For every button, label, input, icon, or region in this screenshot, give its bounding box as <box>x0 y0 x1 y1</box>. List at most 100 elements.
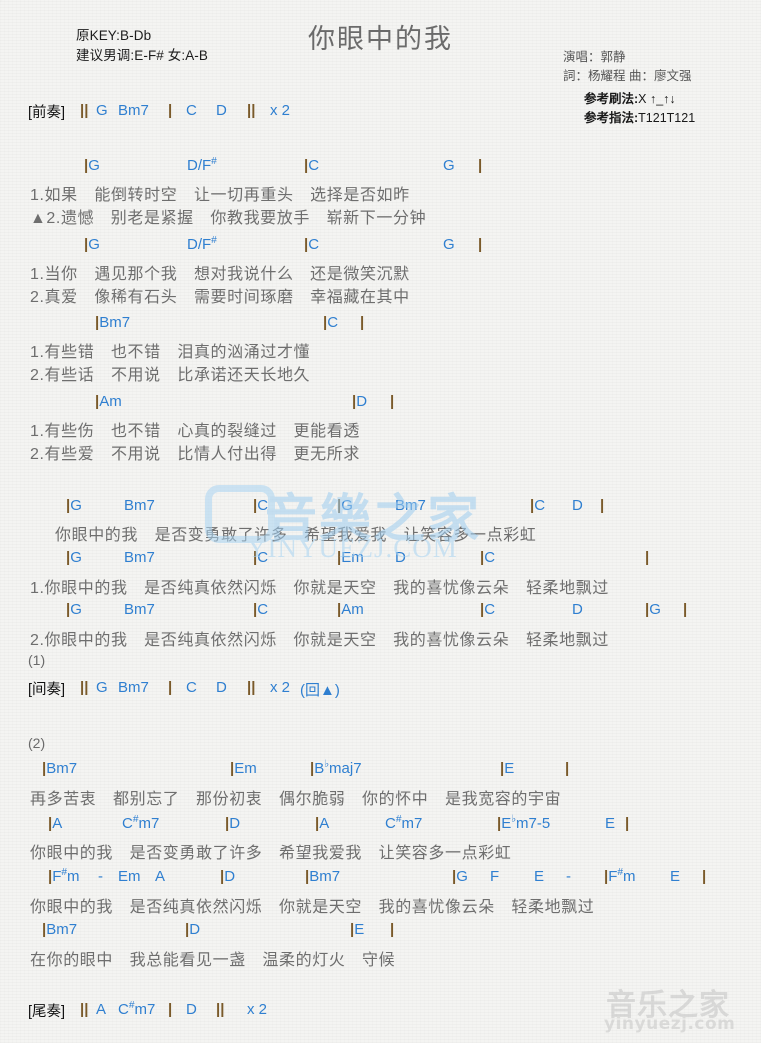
barline: | <box>84 236 89 253</box>
chord-token: |Em <box>230 760 257 777</box>
lyric-line: 2.有些话 不用说 比承诺还天长地久 <box>30 367 311 384</box>
chord-token: D/F# <box>187 156 217 174</box>
chord-token: Bm7 <box>118 679 149 696</box>
barline: | <box>390 921 395 938</box>
chord-token: D <box>216 102 227 119</box>
chord-token: E <box>534 868 545 885</box>
barline: | <box>530 497 535 514</box>
chord-token: | <box>600 497 604 514</box>
barline: | <box>337 497 342 514</box>
chord-token: x 2 <box>270 679 291 696</box>
barline: | <box>352 393 357 410</box>
credits: 演唱：郭静 詞：杨耀程 曲：廖文强 <box>563 48 691 86</box>
lyric-line: 1.当你 遇见那个我 想对我说什么 还是微笑沉默 <box>30 266 410 283</box>
chord-token: |G <box>337 497 353 514</box>
section-label-intro: [前奏] <box>28 105 66 121</box>
chord-token: G <box>443 236 455 253</box>
chord-token: |D <box>225 815 241 832</box>
chord-token: G <box>96 679 108 696</box>
barline: | <box>645 601 650 618</box>
chord-token: G <box>96 102 108 119</box>
chord-token: F <box>490 868 500 885</box>
chord-token: | <box>360 314 364 331</box>
barline: | <box>625 815 630 832</box>
barline: | <box>304 236 309 253</box>
chord-token: |D <box>352 393 368 410</box>
chord-token: |E♭m7-5 <box>497 814 551 832</box>
chord-token: |G <box>66 601 82 618</box>
chord-token: |A <box>48 815 63 832</box>
barline: | <box>337 549 342 566</box>
chord-token: E <box>605 815 616 832</box>
chord-token: C#m7 <box>122 814 160 832</box>
finger-value: T121T121 <box>638 111 696 125</box>
chord-token: |G <box>66 549 82 566</box>
barline: | <box>168 102 173 119</box>
lyric-line: 1.如果 能倒转时空 让一切再重头 选择是否如昨 <box>30 187 410 204</box>
chord-token: |C <box>530 497 546 514</box>
barline: | <box>702 868 707 885</box>
chord-token: (回▲) <box>300 682 340 699</box>
lyric-line: 2.真爱 像稀有石头 需要时间琢磨 幸福藏在其中 <box>30 289 410 306</box>
barline: || <box>80 1001 89 1018</box>
chord-token: |Bm7 <box>42 921 78 938</box>
chord-token: |C <box>480 549 496 566</box>
chord-token: |C <box>253 601 269 618</box>
lyric-line: 你眼中的我 是否纯真依然闪烁 你就是天空 我的喜忧像云朵 轻柔地飘过 <box>30 899 595 916</box>
chord-token: | <box>702 868 706 885</box>
chord-token: | <box>683 601 687 618</box>
writers: 詞：杨耀程 曲：廖文强 <box>563 69 692 83</box>
barline: | <box>95 314 100 331</box>
barline: | <box>253 601 258 618</box>
barline: | <box>48 815 53 832</box>
section-label-interlude: [间奏] <box>28 682 66 698</box>
chord-token: | <box>390 393 394 410</box>
barline: | <box>310 760 315 777</box>
barline: | <box>500 760 505 777</box>
chord-token: |Bm7 <box>305 868 341 885</box>
chord-token: | <box>565 760 569 777</box>
barline: | <box>168 1001 173 1018</box>
barline: | <box>565 760 570 777</box>
barline: | <box>315 815 320 832</box>
chord-token: |C <box>323 314 339 331</box>
barline: || <box>216 1001 225 1018</box>
chord-sheet: 原KEY:B-Db 建议男调:E-F# 女:A-B 你眼中的我 演唱：郭静 詞：… <box>0 0 761 1043</box>
chord-token: | <box>625 815 629 832</box>
chord-token: |D <box>185 921 201 938</box>
lyric-line: 2.有些爱 不用说 比情人付出得 更无所求 <box>30 446 360 463</box>
chord-token: A <box>155 868 166 885</box>
barline: | <box>645 549 650 566</box>
strum-value: X ↑_↑↓ <box>638 92 676 106</box>
chord-token: Bm7 <box>118 102 149 119</box>
chord-token: |E <box>500 760 515 777</box>
marker-1: (1) <box>28 652 46 668</box>
barline: | <box>66 601 71 618</box>
chord-token: |G <box>66 497 82 514</box>
barline: | <box>48 868 53 885</box>
barline: || <box>247 679 256 696</box>
barline: | <box>66 497 71 514</box>
barline: | <box>452 868 457 885</box>
barline: | <box>478 157 483 174</box>
chord-token: - <box>98 868 103 885</box>
chord-token: |C <box>253 497 269 514</box>
lyric-line: 你眼中的我 是否变勇敢了许多 希望我爱我 让笑容多一点彩虹 <box>30 845 512 862</box>
barline: | <box>168 679 173 696</box>
chord-token: E <box>670 868 681 885</box>
chord-token: |Bm7 <box>42 760 78 777</box>
barline: | <box>42 760 47 777</box>
chord-token: | <box>390 921 394 938</box>
chord-token: |G <box>84 236 100 253</box>
chord-token: | <box>645 549 649 566</box>
chord-token: |F#m <box>48 867 80 885</box>
barline: | <box>390 393 395 410</box>
chord-token: |Am <box>337 601 364 618</box>
chord-token: |E <box>350 921 365 938</box>
chord-token: | <box>478 157 482 174</box>
barline: | <box>304 157 309 174</box>
chord-token: x 2 <box>247 1001 268 1018</box>
chord-token: |C <box>253 549 269 566</box>
singer: 演唱：郭静 <box>563 50 626 64</box>
chord-token: |C <box>304 236 320 253</box>
